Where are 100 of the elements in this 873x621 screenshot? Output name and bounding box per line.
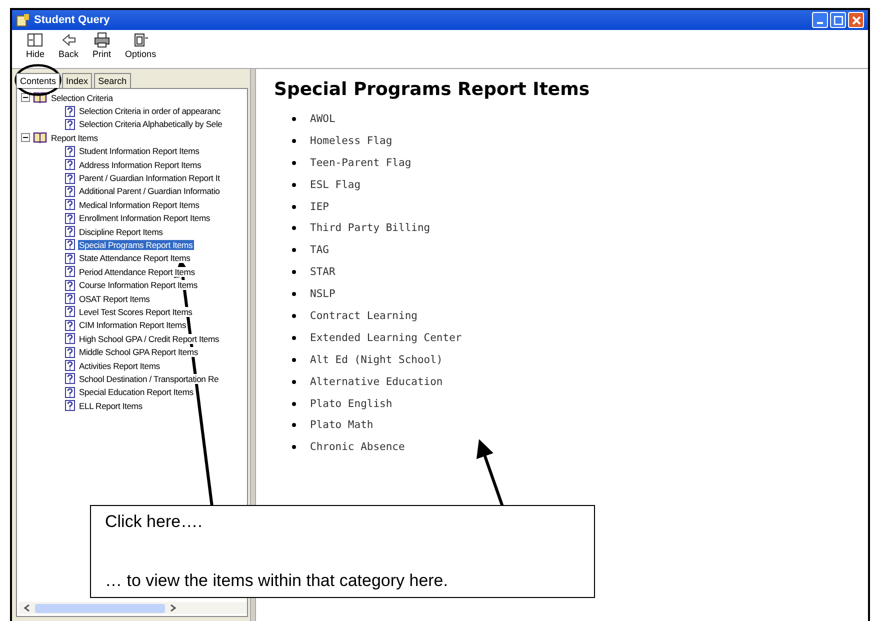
bullet-icon (292, 292, 296, 296)
tree-topic[interactable]: Address Information Report Items (78, 160, 202, 170)
maximize-icon (834, 16, 842, 24)
callout-text: … to view the items within that category here. (105, 571, 448, 591)
list-item: Homeless Flag (310, 134, 392, 147)
scroll-right-icon[interactable] (169, 604, 177, 612)
bullet-icon (292, 270, 296, 274)
tree-topic[interactable]: Additional Parent / Guardian Informatio (78, 186, 221, 196)
list-item: Plato English (310, 398, 392, 410)
help-topic-icon (65, 386, 75, 398)
bullet-icon (292, 314, 296, 318)
tree-topic[interactable]: OSAT Report Items (78, 294, 151, 304)
collapse-icon[interactable] (21, 93, 30, 102)
list-item: TAG (310, 244, 329, 256)
pane-tab[interactable]: Contents (16, 73, 60, 88)
tree-topic[interactable]: State Attendance Report Items (78, 253, 192, 264)
list-item: NSLP (310, 288, 336, 300)
list-item: ESL Flag (310, 178, 361, 191)
toolbar-button[interactable]: Back (54, 32, 83, 66)
help-topic-icon (65, 360, 75, 371)
minimize-button[interactable] (812, 12, 828, 28)
bullet-icon (292, 116, 296, 121)
tree-folder[interactable]: Report Items (50, 132, 99, 143)
tree-topic[interactable]: Middle School GPA Report Items (78, 347, 199, 358)
list-item: AWOL (310, 112, 336, 125)
help-topic-icon (65, 400, 75, 412)
tree-topic[interactable]: ELL Report Items (78, 400, 144, 411)
bullet-icon (292, 248, 296, 252)
list-item: Contract Learning (310, 310, 418, 322)
list-item: Alternative Education (310, 376, 443, 388)
help-topic-icon (65, 239, 75, 250)
bullet-icon (292, 160, 296, 165)
tree-topic[interactable]: CIM Information Report Items (78, 320, 188, 330)
list-item: STAR (310, 266, 336, 278)
list-item: Chronic Absence (310, 441, 405, 454)
bullet-icon (292, 336, 296, 340)
help-topic-icon (65, 226, 75, 238)
bullet-icon (292, 423, 296, 428)
collapse-icon[interactable] (21, 133, 30, 142)
book-icon (33, 132, 47, 144)
bullet-icon (292, 182, 296, 187)
tree-folder[interactable]: Selection Criteria (50, 92, 114, 103)
tree-topic[interactable]: Discipline Report Items (78, 226, 164, 237)
help-topic-icon (65, 118, 75, 130)
pane-tab[interactable]: Index (62, 73, 92, 88)
bullet-icon (292, 226, 296, 230)
help-topic-icon (65, 373, 75, 384)
tree-topic[interactable]: High School GPA / Credit Report Items (78, 334, 220, 344)
window-title: Student Query (34, 14, 110, 26)
tree-topic[interactable]: Student Information Report Items (78, 146, 200, 156)
bullet-icon (292, 380, 296, 384)
tree-topic[interactable]: Period Attendance Report Items (78, 266, 196, 277)
topic-heading: Special Programs Report Items (274, 79, 591, 100)
bullet-icon (292, 358, 296, 362)
tree-topic[interactable]: Activities Report Items (78, 360, 161, 370)
help-topic-icon (65, 199, 75, 210)
toolbar-button[interactable]: Options (121, 32, 160, 66)
tree-topic[interactable]: Parent / Guardian Information Report It (78, 173, 221, 184)
bullet-icon (292, 445, 296, 450)
maximize-button[interactable] (830, 12, 846, 28)
tree-topic[interactable]: Course Information Report Items (78, 280, 198, 290)
help-topic-icon (65, 172, 75, 184)
list-item: Alt Ed (Night School) (310, 354, 443, 366)
help-topic-icon (65, 212, 75, 224)
tree-topic[interactable]: School Destination / Transportation Re (78, 374, 220, 384)
list-item: IEP (310, 200, 329, 212)
tree-topic[interactable]: Special Programs Report Items (78, 240, 194, 250)
bullet-icon (292, 204, 296, 208)
scroll-left-icon[interactable] (23, 604, 31, 612)
help-topic-icon (65, 186, 75, 197)
help-topic-icon (65, 280, 75, 291)
pane-tab[interactable]: Search (94, 73, 131, 88)
help-topic-icon (65, 266, 75, 278)
close-icon (852, 16, 860, 24)
help-topic-icon (65, 333, 75, 344)
tree-topic[interactable]: Special Education Report Items (78, 387, 194, 398)
close-button[interactable] (848, 12, 864, 28)
tree-topic[interactable]: Enrollment Information Report Items (78, 213, 212, 224)
list-item: Extended Learning Center (310, 332, 462, 344)
bullet-icon (292, 402, 296, 406)
tree-topic[interactable]: Selection Criteria in order of appearanc (78, 106, 222, 116)
help-topic-icon (65, 346, 75, 358)
help-topic-icon (65, 320, 75, 331)
tree-topic[interactable]: Level Test Scores Report Items (78, 306, 194, 317)
tree-topic[interactable]: Selection Criteria Alphabetically by Sele (78, 119, 224, 130)
minimize-icon (817, 22, 823, 24)
tree-topic[interactable]: Medical Information Report Items (78, 200, 200, 210)
help-topic-icon (65, 293, 75, 304)
list-item: Third Party Billing (310, 222, 430, 234)
help-topic-icon (65, 252, 75, 264)
help-topic-icon (65, 146, 75, 157)
help-topic-icon (65, 306, 75, 318)
toolbar-button[interactable]: Print (88, 32, 116, 66)
callout-text: Click here…. (105, 512, 202, 532)
bullet-icon (292, 138, 296, 143)
help-topic-icon (65, 106, 75, 117)
list-item: Teen-Parent Flag (310, 156, 412, 169)
list-item: Plato Math (310, 419, 374, 432)
toolbar-button[interactable]: Hide (22, 32, 49, 66)
horizontal-scrollbar[interactable] (19, 602, 247, 614)
